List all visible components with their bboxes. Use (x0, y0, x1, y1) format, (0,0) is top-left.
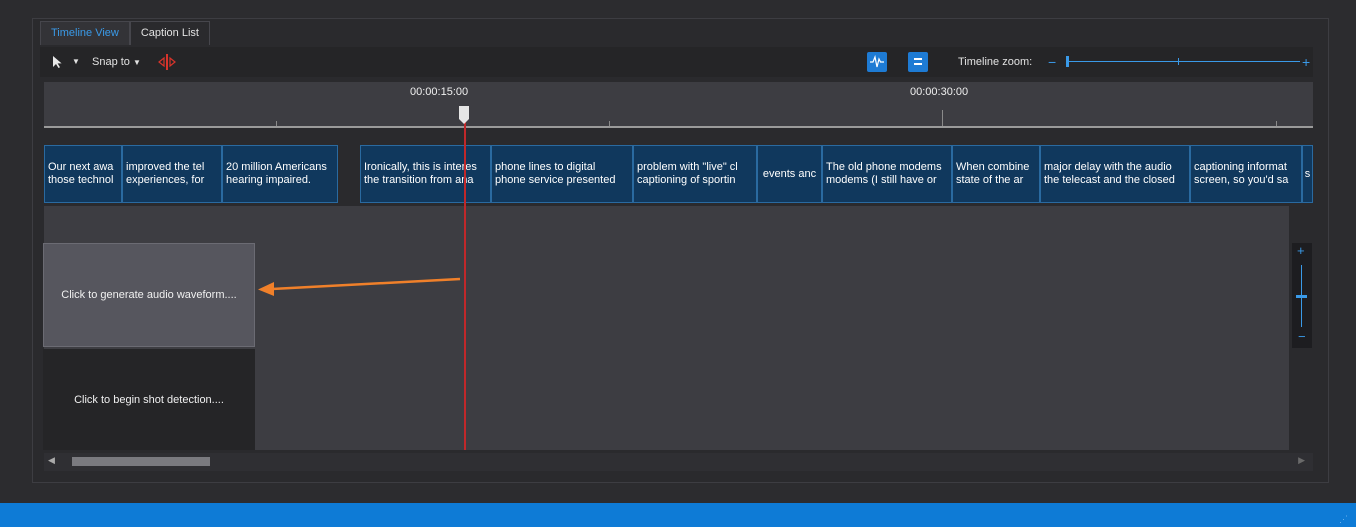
tab-timeline-view[interactable]: Timeline View (40, 21, 130, 45)
caption-line: the transition from ana (364, 174, 474, 186)
vertical-zoom-thumb[interactable] (1296, 295, 1307, 298)
caption-line: state of the ar (956, 174, 1024, 186)
caption-line: improved the tel (126, 161, 205, 173)
ruler-tick (1276, 121, 1277, 126)
zoom-in-icon[interactable]: + (1302, 47, 1310, 77)
caption-track: Our next awa those technol improved the … (44, 145, 1313, 203)
caption-block[interactable]: captioning informat screen, so you'd sa (1190, 145, 1302, 203)
scrollbar-thumb[interactable] (72, 457, 210, 466)
caption-line: those technol (48, 174, 114, 186)
scroll-left-icon[interactable]: ◀ (48, 455, 55, 466)
vertical-zoom-out-icon[interactable]: − (1298, 329, 1306, 344)
status-bar: ⋰ (0, 503, 1356, 527)
caption-line: 20 million Americans (226, 161, 327, 173)
caption-line: phone service presented (495, 174, 616, 186)
chevron-down-icon: ▼ (132, 58, 141, 67)
scroll-right-icon[interactable]: ▶ (1298, 455, 1305, 466)
caption-block[interactable]: 20 million Americans hearing impaired. (222, 145, 338, 203)
zoom-slider-tick (1178, 58, 1179, 65)
zoom-out-icon[interactable]: − (1048, 47, 1056, 77)
caption-line: The old phone modems (826, 161, 942, 173)
ruler-label-15s: 00:00:15:00 (410, 86, 469, 98)
caption-line: Our next awa (48, 161, 114, 173)
caption-line: phone lines to digital (495, 161, 596, 173)
timeline-ruler[interactable]: 00:00:15:00 00:00:30:00 (44, 82, 1313, 128)
caption-line: When combine (956, 161, 1030, 173)
timeline-zoom-slider[interactable] (1066, 56, 1300, 67)
annotation-arrow-icon (258, 277, 461, 296)
captions-toggle-button[interactable] (908, 52, 928, 72)
caption-line: s (1304, 167, 1311, 180)
app-window: Timeline View Caption List ▼ Snap to ▼ T… (0, 0, 1356, 503)
caption-line: experiences, for (126, 174, 205, 186)
caption-line: captioning informat (1194, 161, 1287, 173)
caption-line: the telecast and the closed (1044, 174, 1175, 186)
playhead-line[interactable] (464, 120, 466, 450)
caption-line: problem with "live" cl (637, 161, 738, 173)
view-tabs: Timeline View Caption List (40, 21, 210, 45)
resize-grip-icon[interactable]: ⋰ (1339, 514, 1348, 525)
pointer-tool-icon[interactable] (52, 47, 64, 77)
caption-line: captioning of sportin (637, 174, 736, 186)
vertical-zoom-in-icon[interactable]: + (1297, 243, 1305, 258)
shot-detection-button[interactable]: Click to begin shot detection.... (43, 349, 255, 450)
caption-block[interactable]: major delay with the audio the telecast … (1040, 145, 1190, 203)
caption-lines-icon (914, 58, 922, 65)
caption-line: screen, so you'd sa (1194, 174, 1289, 186)
playhead-handle-icon[interactable] (459, 106, 469, 124)
caption-block[interactable]: phone lines to digital phone service pre… (491, 145, 633, 203)
ruler-label-30s: 00:00:30:00 (910, 86, 969, 98)
caption-block[interactable]: Our next awa those technol (44, 145, 122, 203)
tab-caption-list[interactable]: Caption List (129, 21, 210, 45)
caption-block[interactable]: problem with "live" cl captioning of spo… (633, 145, 757, 203)
split-marker-icon[interactable] (156, 47, 178, 77)
caption-line: events anc (762, 167, 817, 180)
caption-block[interactable]: improved the tel experiences, for (122, 145, 222, 203)
caption-line: major delay with the audio (1044, 161, 1172, 173)
snap-to-label: Snap to (92, 56, 130, 68)
caption-block[interactable]: events anc (757, 145, 822, 203)
ruler-tick (276, 121, 277, 126)
horizontal-scrollbar[interactable]: ◀ ▶ (44, 453, 1313, 471)
waveform-icon (870, 54, 884, 68)
caption-block[interactable]: When combine state of the ar (952, 145, 1040, 203)
caption-line: hearing impaired. (226, 174, 311, 186)
waveform-toggle-button[interactable] (867, 52, 887, 72)
snap-to-dropdown[interactable]: Snap to ▼ (92, 47, 141, 77)
caption-line: Ironically, this is interes (364, 161, 477, 173)
zoom-slider-thumb[interactable] (1066, 56, 1069, 67)
timeline-zoom-label: Timeline zoom: (958, 56, 1033, 68)
ruler-tick (609, 121, 610, 126)
caption-block[interactable]: s (1302, 145, 1313, 203)
ruler-tick (942, 110, 943, 126)
caption-block[interactable]: The old phone modems modems (I still hav… (822, 145, 952, 203)
caption-block[interactable]: Ironically, this is interes the transiti… (360, 145, 491, 203)
caption-line: modems (I still have or (826, 174, 937, 186)
vertical-zoom-control[interactable]: + − (1292, 243, 1312, 348)
generate-waveform-button[interactable]: Click to generate audio waveform.... (43, 243, 255, 347)
pointer-dropdown-icon[interactable]: ▼ (72, 47, 80, 77)
timeline-toolbar: ▼ Snap to ▼ Timeline zoom: − + (40, 47, 1313, 77)
